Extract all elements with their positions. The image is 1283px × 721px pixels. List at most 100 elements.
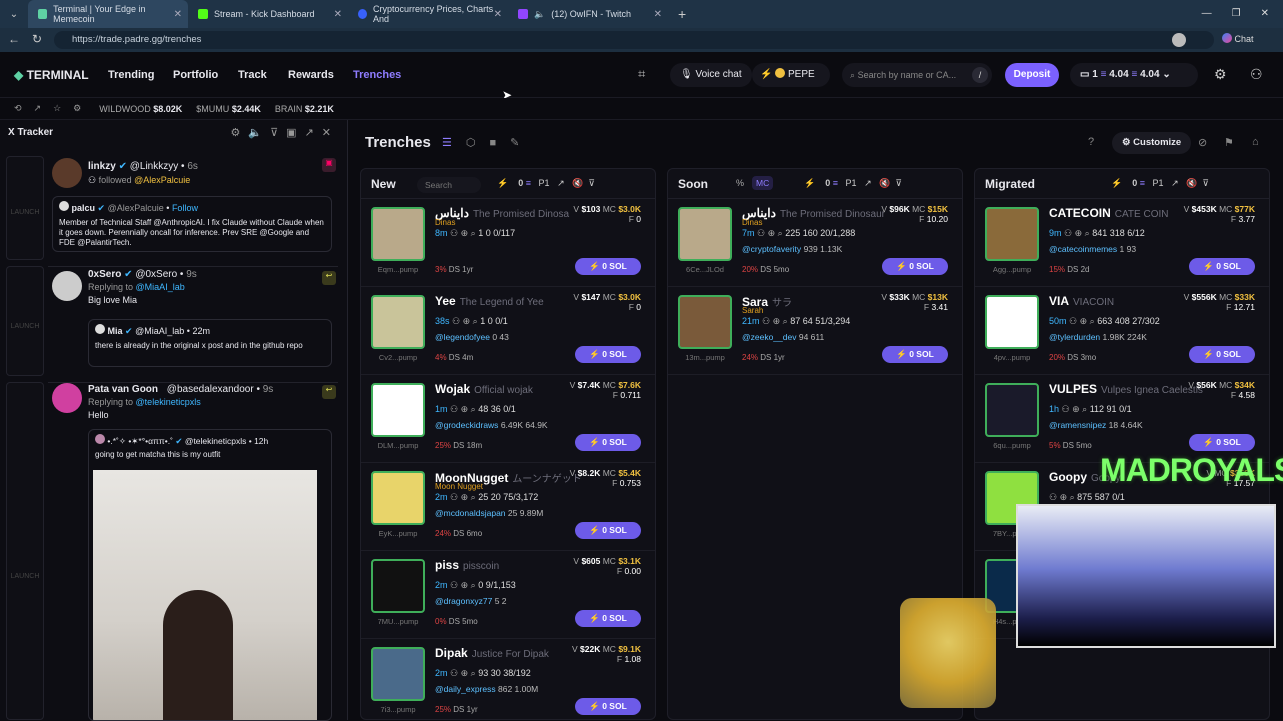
quick-buy-button[interactable]: ⚡ 0 SOL bbox=[575, 434, 641, 451]
mute-icon[interactable]: 🔇 bbox=[1186, 178, 1197, 188]
preset-p1[interactable]: P1 bbox=[1153, 178, 1164, 188]
wallet-selector[interactable]: ▭ 1 ≡ 4.04 ≡ 4.04 ⌄ bbox=[1070, 63, 1198, 87]
ticker-item[interactable]: WILDWOOD $8.02K bbox=[99, 104, 182, 114]
token-card[interactable]: Eqm...pump دایناس The Promised Dinosa Dinas… bbox=[361, 199, 655, 287]
voice-chat-button[interactable]: 🎙 Voice chat bbox=[670, 63, 752, 87]
token-address[interactable]: 6Ce...JLOd bbox=[678, 265, 732, 274]
quick-buy-button[interactable]: ⚡ 0 SOL bbox=[575, 610, 641, 627]
token-card[interactable]: Agg...pump CATECOIN CATE COIN 9m ⚇ ⊕ ⌕ 841 … bbox=[975, 199, 1269, 287]
token-handle[interactable]: @zeeko__dev 94 611 bbox=[742, 332, 824, 342]
star-icon[interactable]: ☆ bbox=[53, 103, 61, 114]
nav-track[interactable]: Track bbox=[238, 69, 267, 81]
token-image[interactable] bbox=[985, 207, 1039, 261]
token-address[interactable]: 7MU...pump bbox=[371, 617, 425, 626]
token-card[interactable]: 4pv...pump VIA VIACOIN 50m ⚇ ⊕ ⌕ 663 408 27… bbox=[975, 287, 1269, 375]
lightning-icon[interactable]: ⚡ bbox=[1111, 178, 1122, 188]
tab-kick[interactable]: Stream - Kick Dashboard ✕ bbox=[188, 0, 348, 28]
refresh-icon[interactable]: ↻ bbox=[32, 32, 42, 46]
chart-icon[interactable]: ↗ bbox=[864, 178, 872, 188]
quick-buy-button[interactable]: ⚡ 0 SOL bbox=[882, 258, 948, 275]
mute-icon[interactable]: 🔈 bbox=[248, 127, 270, 139]
token-card[interactable]: 13m...pump Sara サラ Sarah 21m ⚇ ⊕ ⌕ 87 64 51/… bbox=[668, 287, 962, 375]
token-address[interactable]: 13m...pump bbox=[678, 353, 732, 362]
lightning-icon[interactable]: ⚡ bbox=[804, 178, 815, 188]
token-image[interactable] bbox=[371, 295, 425, 349]
close-icon[interactable]: ✕ bbox=[494, 9, 502, 20]
speaker-icon[interactable]: 🔈 bbox=[534, 9, 545, 20]
reply-icon[interactable]: ↩ bbox=[322, 271, 336, 285]
token-handle[interactable]: @mcdonaldsjapan 25 9.89M bbox=[435, 508, 543, 518]
tab-twitch[interactable]: 🔈 (12) OwIFN - Twitch ✕ bbox=[508, 0, 668, 28]
token-address[interactable]: EyK...pump bbox=[371, 529, 425, 538]
mc-toggle[interactable]: MC bbox=[752, 176, 774, 190]
external-link-icon[interactable]: ↗ bbox=[305, 127, 322, 139]
close-icon[interactable]: ✕ bbox=[174, 9, 182, 20]
quick-buy-button[interactable]: ⚡ 0 SOL bbox=[575, 258, 641, 275]
logo[interactable]: ◆ TERMINAL bbox=[14, 68, 89, 82]
ticker-item[interactable]: $MUMU $2.44K bbox=[196, 104, 261, 114]
launch-button[interactable]: LAUNCH bbox=[6, 382, 44, 720]
reply-icon[interactable]: ↩ bbox=[322, 385, 336, 399]
token-handle[interactable]: @grodeckidraws 6.49K 64.9K bbox=[435, 420, 548, 430]
scan-icon[interactable]: ⌗ bbox=[638, 66, 645, 82]
chart-icon[interactable]: ↗ bbox=[34, 103, 42, 114]
token-card[interactable]: 7MU...pump piss pisscoin 2m ⚇ ⊕ ⌕ 0 9/1,153… bbox=[361, 551, 655, 639]
layout-icon[interactable]: ▣ bbox=[286, 127, 304, 139]
tab-coinmarketcap[interactable]: Cryptocurrency Prices, Charts And ✕ bbox=[348, 0, 508, 28]
tweet-card[interactable]: 0xSero ✔ @0xSero • 9s Replying to @MiaAI… bbox=[48, 266, 338, 376]
account-icon[interactable]: ⚇ bbox=[1250, 66, 1263, 83]
history-icon[interactable]: ⟲ bbox=[14, 103, 22, 114]
token-handle[interactable]: @daily_express 862 1.00M bbox=[435, 684, 538, 694]
quoted-profile[interactable]: palcu ✔ @AlexPalcuie • Follow Member of … bbox=[52, 196, 332, 252]
mute-icon[interactable]: 🔇 bbox=[879, 178, 890, 188]
filter-icon[interactable]: ⊽ bbox=[895, 178, 902, 188]
quick-buy-button[interactable]: ⚡ 0 SOL bbox=[1189, 434, 1255, 451]
url-field[interactable]: https://trade.padre.gg/trenches bbox=[54, 31, 1214, 49]
settings-icon[interactable]: ⚙ bbox=[1214, 66, 1227, 83]
cube-icon[interactable]: ⬡ bbox=[466, 137, 490, 149]
preset-p1[interactable]: P1 bbox=[539, 178, 550, 188]
nav-trenches[interactable]: Trenches bbox=[353, 69, 401, 81]
quick-buy-button[interactable]: ⚡ 0 SOL bbox=[575, 698, 641, 715]
settings-small-icon[interactable]: ⚙ bbox=[73, 103, 81, 114]
launch-button[interactable]: LAUNCH bbox=[6, 266, 44, 376]
tweet-link-icon[interactable]: ▣ bbox=[322, 158, 336, 172]
token-address[interactable]: Agg...pump bbox=[985, 265, 1039, 274]
chart-icon[interactable]: ↗ bbox=[1171, 178, 1179, 188]
launch-button[interactable]: LAUNCH bbox=[6, 156, 44, 260]
token-address[interactable]: Cv2...pump bbox=[371, 353, 425, 362]
follow-link[interactable]: Follow bbox=[172, 203, 198, 213]
filter-icon[interactable]: ⊽ bbox=[270, 127, 286, 139]
token-handle[interactable]: @catecoinmemes 1 93 bbox=[1049, 244, 1136, 254]
preset-p1[interactable]: P1 bbox=[846, 178, 857, 188]
nav-portfolio[interactable]: Portfolio bbox=[173, 69, 218, 81]
new-tab-button[interactable]: + bbox=[668, 6, 696, 22]
stop-icon[interactable]: ■ bbox=[489, 137, 510, 149]
token-selector[interactable]: ⚡ PEPE bbox=[752, 63, 830, 87]
token-address[interactable]: 4pv...pump bbox=[985, 353, 1039, 362]
list-view-icon[interactable]: ☰ bbox=[442, 137, 466, 149]
token-card[interactable]: 6qu...pump VULPES Vulpes Ignea Caelestis 1h… bbox=[975, 375, 1269, 463]
copilot-chat-button[interactable]: Chat bbox=[1222, 33, 1254, 44]
token-image[interactable] bbox=[985, 383, 1039, 437]
token-image[interactable] bbox=[985, 295, 1039, 349]
back-icon[interactable]: ← bbox=[8, 32, 20, 46]
tweet-photo[interactable] bbox=[93, 470, 317, 720]
customize-button[interactable]: ⚙ Customize bbox=[1112, 132, 1192, 154]
search-input[interactable]: ⌕ Search by name or CA... / bbox=[842, 63, 992, 87]
nav-trending[interactable]: Trending bbox=[108, 69, 154, 81]
token-image[interactable] bbox=[371, 383, 425, 437]
tab-terminal[interactable]: Terminal | Your Edge in Memecoin ✕ bbox=[28, 0, 188, 28]
maximize-icon[interactable]: ❐ bbox=[1232, 8, 1241, 19]
chart-icon[interactable]: ↗ bbox=[557, 178, 565, 188]
profile-avatar[interactable] bbox=[1172, 33, 1186, 47]
close-icon[interactable]: ✕ bbox=[322, 127, 339, 139]
tweet-card[interactable]: linkzy ✔ @Linkkzyy • 6s ⚇ followed @Alex… bbox=[48, 156, 338, 266]
help-icon[interactable]: ? bbox=[1088, 136, 1094, 148]
column-search[interactable]: Search bbox=[417, 177, 481, 193]
token-address[interactable]: DLM...pump bbox=[371, 441, 425, 450]
token-image[interactable] bbox=[678, 207, 732, 261]
token-card[interactable]: DLM...pump Wojak Official wojak 1m ⚇ ⊕ ⌕ 48… bbox=[361, 375, 655, 463]
quick-buy-button[interactable]: ⚡ 0 SOL bbox=[1189, 258, 1255, 275]
token-image[interactable] bbox=[371, 647, 425, 701]
